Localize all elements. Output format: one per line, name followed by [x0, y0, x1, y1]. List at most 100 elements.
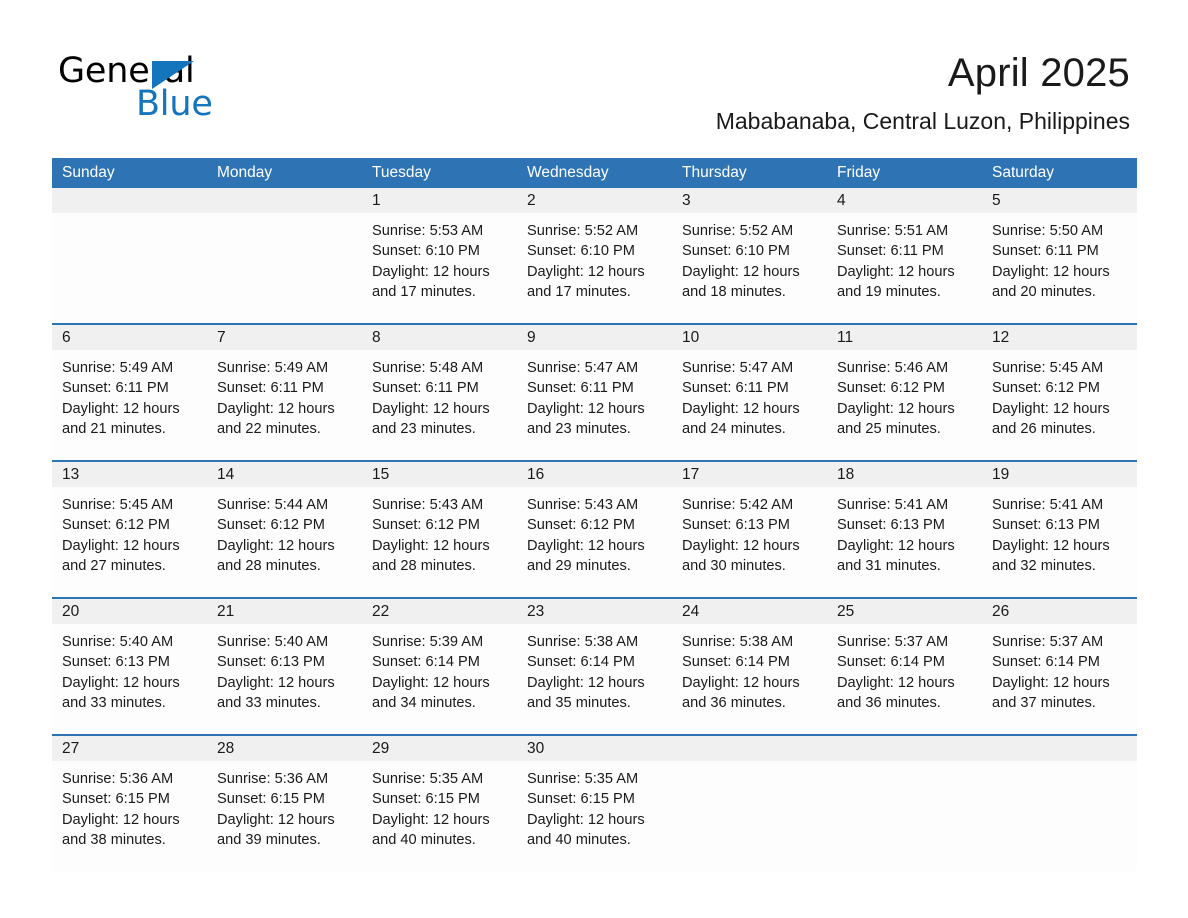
day-cell[interactable]: 25 Sunrise: 5:37 AM Sunset: 6:14 PM Dayligh…	[827, 599, 982, 734]
day-cell[interactable]: 10 Sunrise: 5:47 AM Sunset: 6:11 PM Dayligh…	[672, 325, 827, 460]
day-cell[interactable]: 11 Sunrise: 5:46 AM Sunset: 6:12 PM Dayligh…	[827, 325, 982, 460]
daylight-text-line1: Daylight: 12 hours	[62, 811, 180, 828]
day-number-band: 20	[52, 599, 207, 624]
daylight-text-line2: and 23 minutes.	[372, 420, 476, 437]
day-details: Sunrise: 5:38 AM Sunset: 6:14 PM Daylight:…	[517, 624, 672, 713]
weekday-header-sunday: Sunday	[62, 164, 115, 181]
daylight-text-line1: Daylight: 12 hours	[217, 537, 335, 554]
daylight-text-line1: Daylight: 12 hours	[837, 537, 955, 554]
day-details: Sunrise: 5:37 AM Sunset: 6:14 PM Daylight:…	[982, 624, 1137, 713]
day-cell[interactable]: 23 Sunrise: 5:38 AM Sunset: 6:14 PM Dayligh…	[517, 599, 672, 734]
day-cell[interactable]: 17 Sunrise: 5:42 AM Sunset: 6:13 PM Dayligh…	[672, 462, 827, 597]
day-cell[interactable]: 28 Sunrise: 5:36 AM Sunset: 6:15 PM Dayligh…	[207, 736, 362, 871]
day-cell[interactable]: 27 Sunrise: 5:36 AM Sunset: 6:15 PM Dayligh…	[52, 736, 207, 871]
sunrise-text: Sunrise: 5:41 AM	[992, 497, 1104, 513]
calendar-grid: Sunday Monday Tuesday Wednesday Thursday Frid…	[52, 158, 1137, 871]
sunrise-text: Sunrise: 5:43 AM	[527, 497, 639, 513]
day-number-band: 17	[672, 462, 827, 487]
sunrise-text: Sunrise: 5:51 AM	[837, 223, 949, 239]
daylight-text-line1: Daylight: 12 hours	[372, 400, 490, 417]
weekday-header-tuesday: Tuesday	[372, 164, 431, 181]
day-number: 1	[372, 192, 381, 209]
day-number: 4	[837, 192, 846, 209]
day-number: 10	[682, 329, 700, 346]
day-number-band: 29	[362, 736, 517, 761]
day-number: 5	[992, 192, 1001, 209]
day-number: 6	[62, 329, 71, 346]
weekday-header-row: Sunday Monday Tuesday Wednesday Thursday Frid…	[52, 158, 1137, 188]
day-details: Sunrise: 5:41 AM Sunset: 6:13 PM Daylight:…	[982, 487, 1137, 576]
daylight-text-line1: Daylight: 12 hours	[992, 400, 1110, 417]
day-cell[interactable]: 13 Sunrise: 5:45 AM Sunset: 6:12 PM Dayligh…	[52, 462, 207, 597]
daylight-text-line2: and 28 minutes.	[372, 557, 476, 574]
day-cell[interactable]: 30 Sunrise: 5:35 AM Sunset: 6:15 PM Dayligh…	[517, 736, 672, 871]
day-details: Sunrise: 5:37 AM Sunset: 6:14 PM Daylight:…	[827, 624, 982, 713]
daylight-text-line1: Daylight: 12 hours	[372, 263, 490, 280]
day-cell[interactable]: 3 Sunrise: 5:52 AM Sunset: 6:10 PM Daylight…	[672, 188, 827, 323]
sunset-text: Sunset: 6:13 PM	[62, 654, 170, 671]
day-details: Sunrise: 5:47 AM Sunset: 6:11 PM Daylight:…	[672, 350, 827, 439]
day-cell[interactable]: 20 Sunrise: 5:40 AM Sunset: 6:13 PM Dayligh…	[52, 599, 207, 734]
day-cell[interactable]: 4 Sunrise: 5:51 AM Sunset: 6:11 PM Daylight…	[827, 188, 982, 323]
day-cell[interactable]: 26 Sunrise: 5:37 AM Sunset: 6:14 PM Dayligh…	[982, 599, 1137, 734]
day-number: 12	[992, 329, 1010, 346]
day-details: Sunrise: 5:40 AM Sunset: 6:13 PM Daylight:…	[52, 624, 207, 713]
sunrise-text: Sunrise: 5:41 AM	[837, 497, 949, 513]
day-cell[interactable]: 21 Sunrise: 5:40 AM Sunset: 6:13 PM Dayligh…	[207, 599, 362, 734]
daylight-text-line2: and 33 minutes.	[62, 694, 166, 711]
daylight-text-line1: Daylight: 12 hours	[837, 674, 955, 691]
day-number: 3	[682, 192, 691, 209]
day-cell[interactable]: 8 Sunrise: 5:48 AM Sunset: 6:11 PM Daylight…	[362, 325, 517, 460]
daylight-text-line1: Daylight: 12 hours	[682, 537, 800, 554]
daylight-text-line2: and 40 minutes.	[527, 831, 631, 848]
daylight-text-line1: Daylight: 12 hours	[682, 263, 800, 280]
day-number-band: 3	[672, 188, 827, 213]
day-cell[interactable]: 15 Sunrise: 5:43 AM Sunset: 6:12 PM Dayligh…	[362, 462, 517, 597]
day-cell[interactable]: 24 Sunrise: 5:38 AM Sunset: 6:14 PM Dayligh…	[672, 599, 827, 734]
calendar-page: General Blue April 2025 Mababanaba, Cent…	[0, 0, 1188, 918]
day-cell[interactable]: 16 Sunrise: 5:43 AM Sunset: 6:12 PM Dayligh…	[517, 462, 672, 597]
daylight-text-line1: Daylight: 12 hours	[682, 400, 800, 417]
day-cell[interactable]: 6 Sunrise: 5:49 AM Sunset: 6:11 PM Daylight…	[52, 325, 207, 460]
day-details: Sunrise: 5:52 AM Sunset: 6:10 PM Daylight:…	[672, 213, 827, 302]
day-number-band: 7	[207, 325, 362, 350]
day-cell[interactable]: 18 Sunrise: 5:41 AM Sunset: 6:13 PM Dayligh…	[827, 462, 982, 597]
daylight-text-line1: Daylight: 12 hours	[217, 400, 335, 417]
daylight-text-line1: Daylight: 12 hours	[682, 674, 800, 691]
day-cell[interactable]: 29 Sunrise: 5:35 AM Sunset: 6:15 PM Dayligh…	[362, 736, 517, 871]
day-cell[interactable]: 22 Sunrise: 5:39 AM Sunset: 6:14 PM Dayligh…	[362, 599, 517, 734]
daylight-text-line2: and 31 minutes.	[837, 557, 941, 574]
day-cell[interactable]: 2 Sunrise: 5:52 AM Sunset: 6:10 PM Daylight…	[517, 188, 672, 323]
daylight-text-line1: Daylight: 12 hours	[527, 537, 645, 554]
sunrise-text: Sunrise: 5:40 AM	[217, 634, 329, 650]
day-number-band: 11	[827, 325, 982, 350]
day-details: Sunrise: 5:50 AM Sunset: 6:11 PM Daylight:…	[982, 213, 1137, 302]
daylight-text-line1: Daylight: 12 hours	[992, 263, 1110, 280]
day-number-band	[982, 736, 1137, 761]
daylight-text-line2: and 21 minutes.	[62, 420, 166, 437]
day-cell[interactable]: 7 Sunrise: 5:49 AM Sunset: 6:11 PM Daylight…	[207, 325, 362, 460]
day-number-band: 27	[52, 736, 207, 761]
general-blue-logo[interactable]: General Blue	[58, 52, 378, 123]
sunset-text: Sunset: 6:11 PM	[62, 380, 169, 397]
day-details: Sunrise: 5:41 AM Sunset: 6:13 PM Daylight:…	[827, 487, 982, 576]
day-number-band	[207, 188, 362, 213]
day-number-band: 10	[672, 325, 827, 350]
day-number-band: 2	[517, 188, 672, 213]
day-cell[interactable]: 1 Sunrise: 5:53 AM Sunset: 6:10 PM Daylight…	[362, 188, 517, 323]
day-number: 18	[837, 466, 855, 483]
calendar-week-row: 27 Sunrise: 5:36 AM Sunset: 6:15 PM Dayligh…	[52, 734, 1137, 871]
daylight-text-line2: and 18 minutes.	[682, 283, 786, 300]
day-cell[interactable]: 19 Sunrise: 5:41 AM Sunset: 6:13 PM Dayligh…	[982, 462, 1137, 597]
daylight-text-line2: and 34 minutes.	[372, 694, 476, 711]
day-cell[interactable]: 5 Sunrise: 5:50 AM Sunset: 6:11 PM Daylight…	[982, 188, 1137, 323]
day-cell[interactable]: 9 Sunrise: 5:47 AM Sunset: 6:11 PM Daylight…	[517, 325, 672, 460]
sunrise-text: Sunrise: 5:35 AM	[372, 771, 484, 787]
sunrise-text: Sunrise: 5:39 AM	[372, 634, 484, 650]
day-cell[interactable]: 14 Sunrise: 5:44 AM Sunset: 6:12 PM Dayligh…	[207, 462, 362, 597]
sunrise-text: Sunrise: 5:43 AM	[372, 497, 484, 513]
sunset-text: Sunset: 6:15 PM	[62, 791, 170, 808]
day-number-band: 21	[207, 599, 362, 624]
day-number: 22	[372, 603, 390, 620]
day-cell[interactable]: 12 Sunrise: 5:45 AM Sunset: 6:12 PM Dayligh…	[982, 325, 1137, 460]
